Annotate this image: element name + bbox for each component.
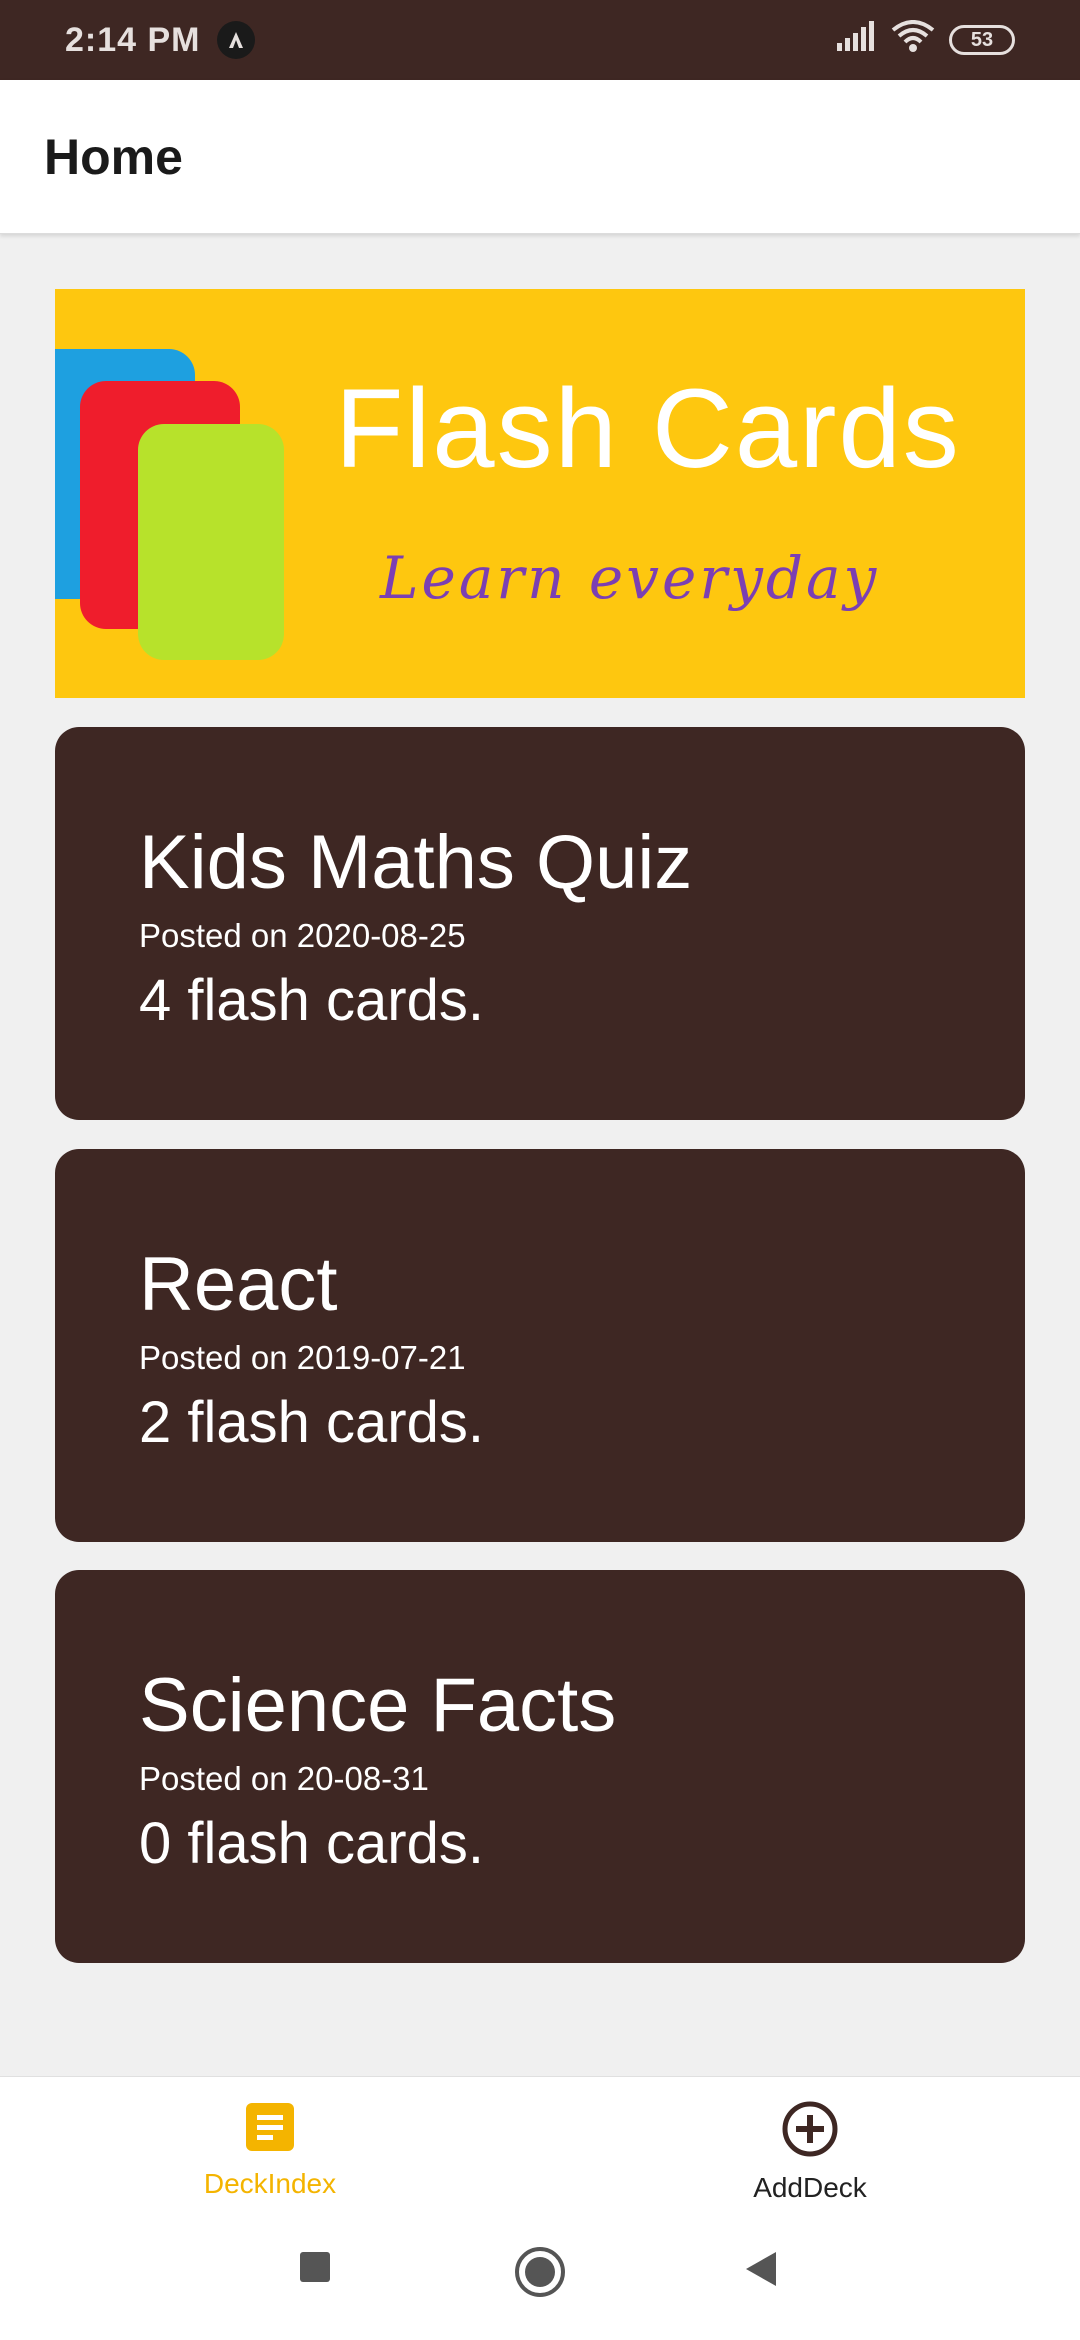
system-navigation-bar bbox=[0, 2210, 1080, 2340]
recents-icon[interactable] bbox=[298, 2250, 332, 2284]
add-circle-icon bbox=[780, 2099, 840, 2164]
battery-level: 53 bbox=[970, 28, 994, 51]
app-notification-icon bbox=[216, 21, 255, 59]
deck-date: Posted on 2020-08-25 bbox=[139, 917, 466, 954]
tab-add-deck-label: AddDeck bbox=[753, 2172, 867, 2203]
wifi-icon bbox=[891, 19, 935, 61]
signal-icon bbox=[835, 20, 877, 60]
app-header: Home bbox=[0, 80, 1080, 234]
document-icon bbox=[242, 2099, 298, 2160]
bottom-tab-bar: DeckIndex AddDeck bbox=[0, 2076, 1080, 2210]
deck-card[interactable]: Science Facts Posted on 20-08-31 0 flash… bbox=[55, 1570, 1025, 1963]
deck-card[interactable]: Kids Maths Quiz Posted on 2020-08-25 4 f… bbox=[55, 727, 1025, 1120]
page-title: Home bbox=[44, 128, 183, 185]
banner-tagline: Learn everyday bbox=[380, 544, 880, 612]
deck-card-count: 0 flash cards. bbox=[139, 1811, 484, 1876]
status-indicators: 53 bbox=[835, 19, 1015, 61]
battery-icon: 53 bbox=[949, 25, 1015, 55]
home-icon[interactable] bbox=[514, 2246, 566, 2298]
status-bar: 2:14 PM 53 bbox=[0, 0, 1080, 80]
back-icon[interactable] bbox=[742, 2250, 778, 2288]
status-time: 2:14 PM bbox=[65, 20, 201, 59]
tab-deck-index-label: DeckIndex bbox=[203, 2168, 337, 2199]
deck-title: Science Facts bbox=[139, 1663, 617, 1748]
deck-date: Posted on 20-08-31 bbox=[139, 1760, 429, 1797]
tab-deck-index[interactable]: DeckIndex bbox=[0, 2077, 540, 2210]
green-card-illustration bbox=[138, 424, 284, 660]
deck-card[interactable]: React Posted on 2019-07-21 2 flash cards… bbox=[55, 1149, 1025, 1542]
deck-title: React bbox=[139, 1242, 338, 1327]
tab-add-deck[interactable]: AddDeck bbox=[540, 2077, 1080, 2210]
deck-date: Posted on 2019-07-21 bbox=[139, 1339, 466, 1376]
deck-card-count: 2 flash cards. bbox=[139, 1390, 484, 1455]
deck-card-count: 4 flash cards. bbox=[139, 968, 484, 1033]
deck-title: Kids Maths Quiz bbox=[139, 820, 693, 905]
banner-title: Flash Cards bbox=[335, 366, 961, 491]
flash-cards-banner: Flash Cards Learn everyday bbox=[55, 289, 1025, 698]
